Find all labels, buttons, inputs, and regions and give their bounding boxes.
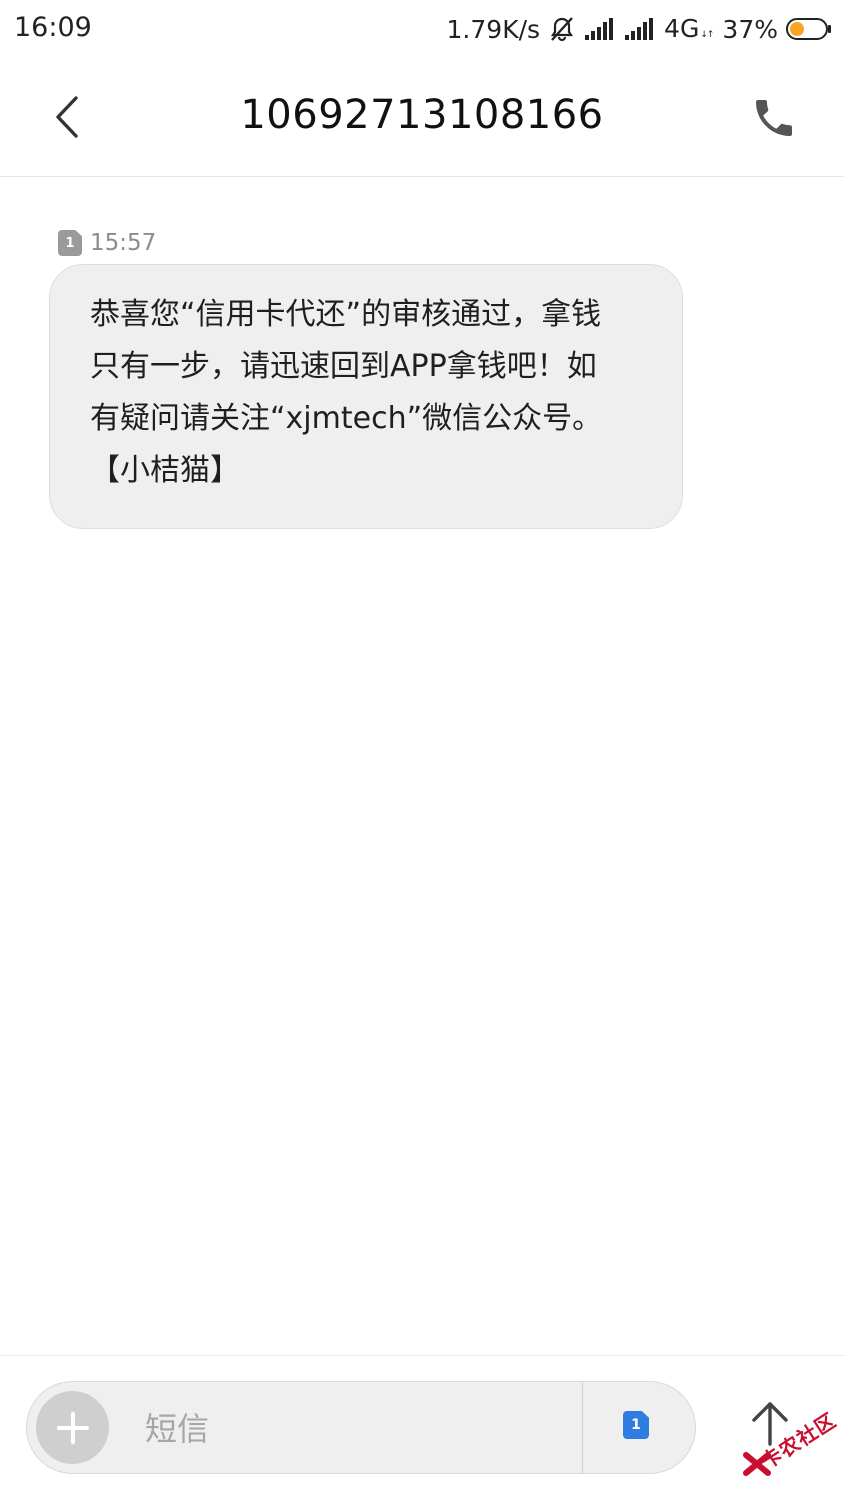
network-activity-icon: ↓↑ [700, 30, 714, 40]
watermark-text: 卡农社区 [757, 1407, 841, 1474]
message-meta: 1 15:57 [58, 229, 156, 257]
composer-bar: 1 [26, 1381, 696, 1474]
message-bubble[interactable]: 恭喜您“信用卡代还”的审核通过，拿钱 只有一步，请迅速回到APP拿钱吧！如 有疑… [49, 264, 683, 529]
signal-icon [624, 17, 656, 41]
call-button[interactable] [750, 94, 798, 142]
message-input[interactable] [143, 1400, 577, 1458]
battery-percent: 37% [722, 14, 778, 44]
contact-number: 10692713108166 [240, 92, 604, 138]
battery-icon [786, 18, 832, 40]
status-icons: 1.79K/s 4G ↓↑ 37% [447, 12, 832, 46]
conversation-header: 10692713108166 [0, 58, 844, 177]
signal-icon [584, 17, 616, 41]
phone-icon [756, 100, 792, 136]
network-indicator: 4G ↓↑ [664, 16, 714, 42]
add-attachment-button[interactable] [36, 1391, 109, 1464]
status-time: 16:09 [14, 12, 92, 43]
plus-icon [56, 1411, 89, 1444]
net-speed: 1.79K/s [446, 14, 541, 44]
sim-select-button[interactable]: 1 [623, 1411, 649, 1439]
composer-separator [582, 1382, 583, 1473]
status-bar: 16:09 1.79K/s 4G ↓↑ 37% [0, 0, 844, 58]
mute-icon [548, 15, 576, 43]
watermark: 卡农社区 [740, 1405, 841, 1485]
network-type: 4G [664, 14, 700, 43]
sim-card-icon: 1 [58, 230, 82, 256]
message-text: 恭喜您“信用卡代还”的审核通过，拿钱 只有一步，请迅速回到APP拿钱吧！如 有疑… [90, 297, 603, 488]
message-time: 15:57 [90, 230, 157, 256]
composer-divider [0, 1355, 844, 1356]
